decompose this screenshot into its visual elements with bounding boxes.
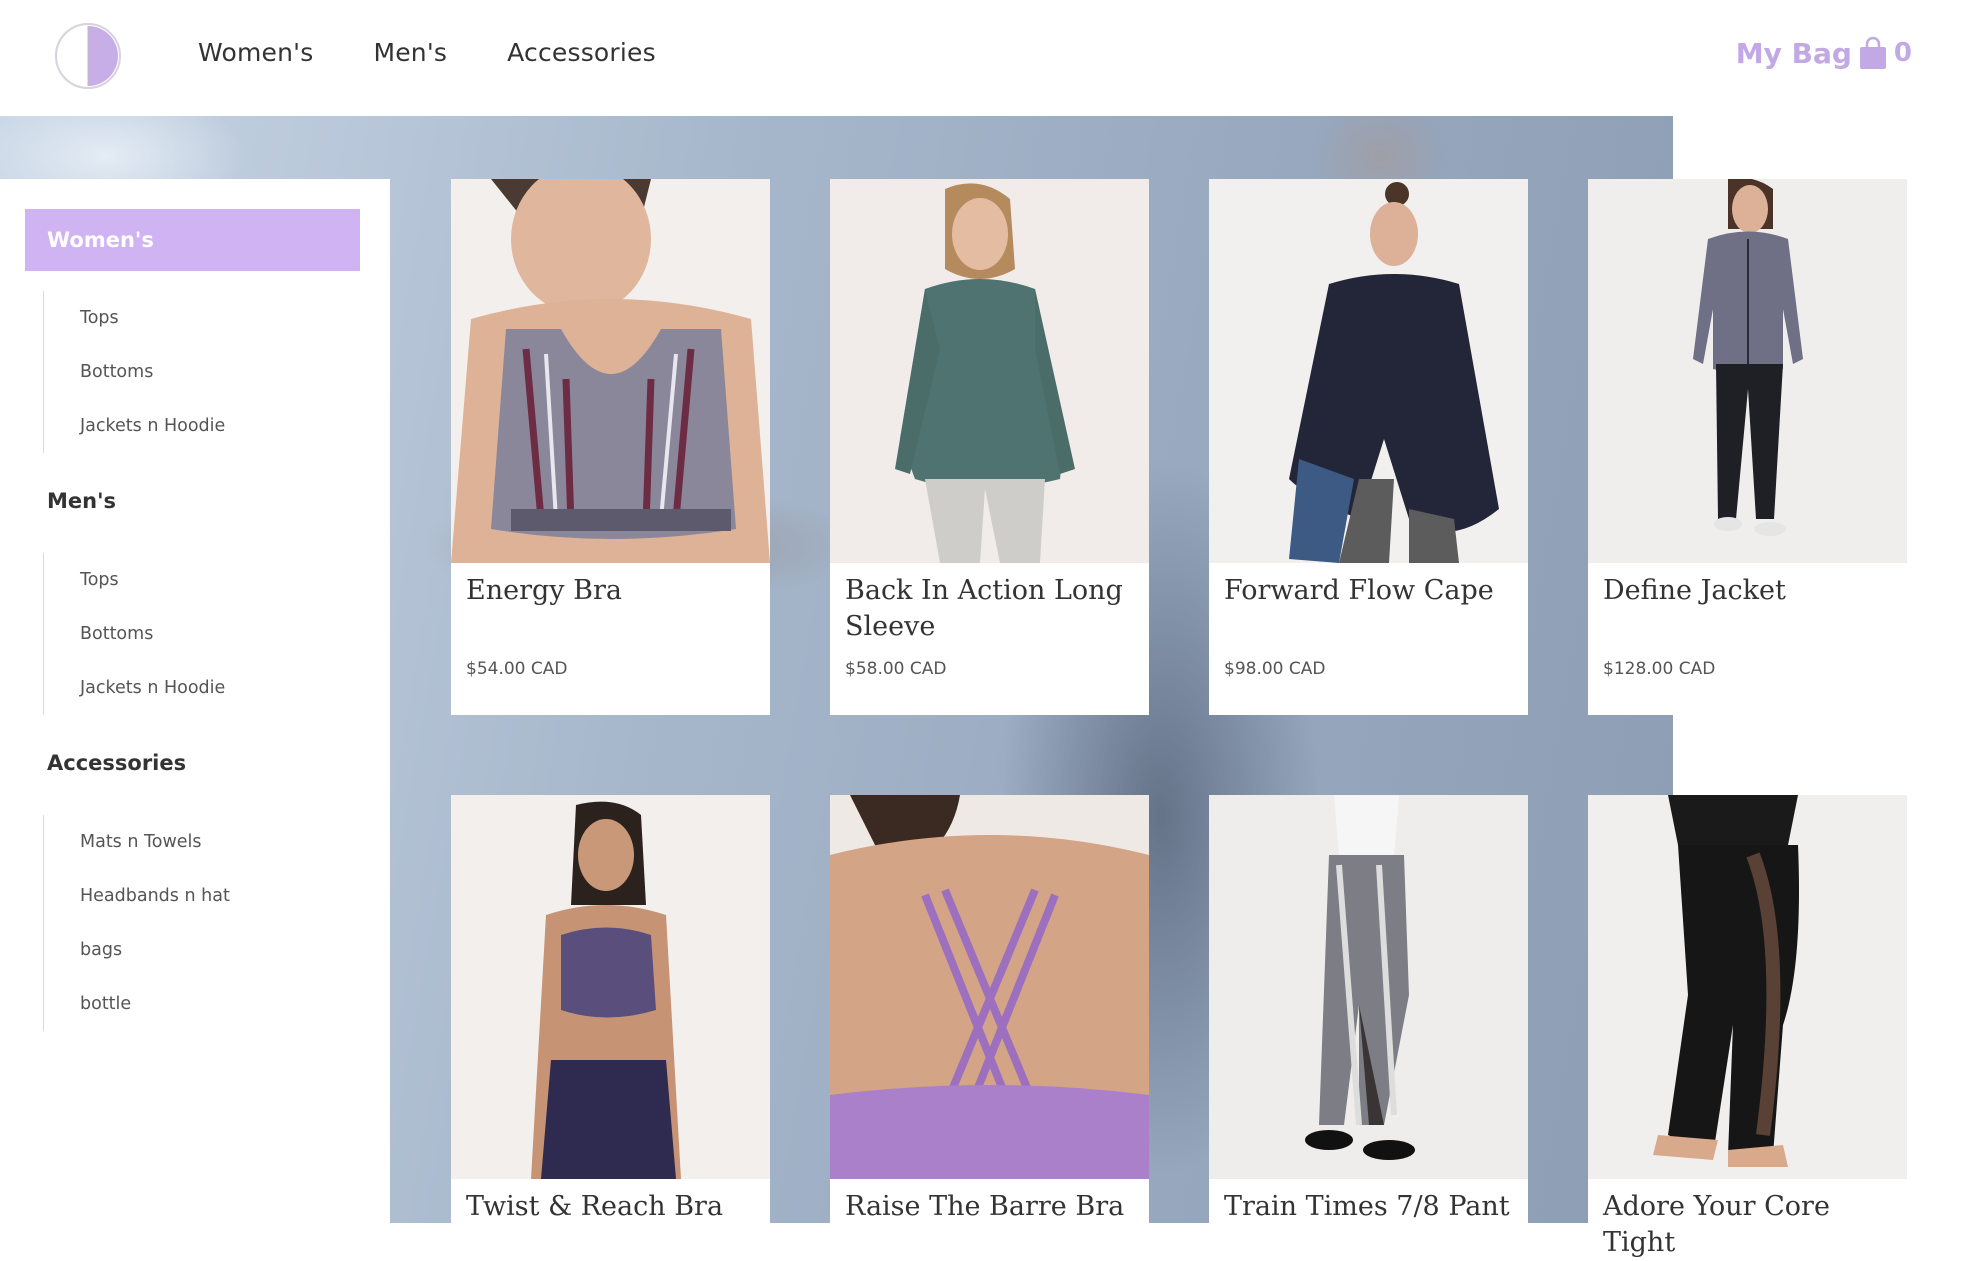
sidebar-item-womens[interactable]: Women's [25, 209, 360, 271]
product-name[interactable]: Raise The Barre Bra [845, 1189, 1137, 1225]
product-name[interactable]: Energy Bra [466, 573, 758, 609]
product-card[interactable]: Back In Action Long Sleeve $58.00 CAD [830, 179, 1149, 715]
product-price: $128.00 CAD [1603, 659, 1716, 679]
nav-mens[interactable]: Men's [373, 38, 447, 67]
logo-icon[interactable] [54, 22, 122, 90]
main-nav: Women's Men's Accessories [198, 38, 656, 67]
product-image[interactable] [451, 795, 770, 1179]
product-name[interactable]: Twist & Reach Bra [466, 1189, 758, 1225]
nav-accessories[interactable]: Accessories [507, 38, 656, 67]
product-card[interactable]: Adore Your Core Tight [1588, 795, 1907, 1258]
accessories-subcategories: Mats n Towels Headbands n hat bags bottl… [43, 815, 230, 1031]
product-name[interactable]: Define Jacket [1603, 573, 1895, 609]
product-image[interactable] [830, 179, 1149, 563]
product-card[interactable]: Energy Bra $54.00 CAD [451, 179, 770, 715]
product-name[interactable]: Forward Flow Cape [1224, 573, 1516, 609]
product-price: $98.00 CAD [1224, 659, 1326, 679]
womens-subcategories: Tops Bottoms Jackets n Hoodie [43, 291, 225, 453]
sidebar-item-headbands-hat[interactable]: Headbands n hat [44, 869, 230, 923]
bag-label: My Bag [1735, 36, 1852, 70]
my-bag-button[interactable]: My Bag 0 [1736, 36, 1912, 70]
sidebar-item-mens-tops[interactable]: Tops [44, 553, 225, 607]
sidebar-item-mats-towels[interactable]: Mats n Towels [44, 815, 230, 869]
sidebar-item-mens-bottoms[interactable]: Bottoms [44, 607, 225, 661]
product-name[interactable]: Back In Action Long Sleeve [845, 573, 1137, 645]
product-card[interactable]: Forward Flow Cape $98.00 CAD [1209, 179, 1528, 715]
category-sidebar: Women's Tops Bottoms Jackets n Hoodie Me… [0, 179, 390, 1223]
sidebar-item-bottle[interactable]: bottle [44, 977, 230, 1031]
product-price: $58.00 CAD [845, 659, 947, 679]
site-header: Women's Men's Accessories My Bag 0 [0, 0, 1964, 116]
sidebar-item-bags[interactable]: bags [44, 923, 230, 977]
sidebar-item-mens[interactable]: Men's [47, 489, 116, 513]
product-image[interactable] [1209, 795, 1528, 1179]
product-image[interactable] [1588, 795, 1907, 1179]
product-card[interactable]: Define Jacket $128.00 CAD [1588, 179, 1907, 715]
nav-womens[interactable]: Women's [198, 38, 313, 67]
sidebar-item-womens-bottoms[interactable]: Bottoms [44, 345, 225, 399]
sidebar-item-womens-tops[interactable]: Tops [44, 291, 225, 345]
product-price: $54.00 CAD [466, 659, 568, 679]
shopping-bag-icon [1858, 36, 1888, 70]
product-card[interactable]: Twist & Reach Bra [451, 795, 770, 1223]
product-image[interactable] [1588, 179, 1907, 563]
sidebar-item-mens-jackets[interactable]: Jackets n Hoodie [44, 661, 225, 715]
product-image[interactable] [830, 795, 1149, 1179]
product-image[interactable] [1209, 179, 1528, 563]
product-name[interactable]: Train Times 7/8 Pant [1224, 1189, 1516, 1225]
sidebar-item-womens-jackets[interactable]: Jackets n Hoodie [44, 399, 225, 453]
mens-subcategories: Tops Bottoms Jackets n Hoodie [43, 553, 225, 715]
product-card[interactable]: Train Times 7/8 Pant [1209, 795, 1528, 1223]
sidebar-item-accessories[interactable]: Accessories [47, 751, 186, 775]
product-card[interactable]: Raise The Barre Bra [830, 795, 1149, 1223]
product-name[interactable]: Adore Your Core Tight [1603, 1189, 1895, 1261]
bag-count: 0 [1893, 38, 1912, 68]
product-image[interactable] [451, 179, 770, 563]
